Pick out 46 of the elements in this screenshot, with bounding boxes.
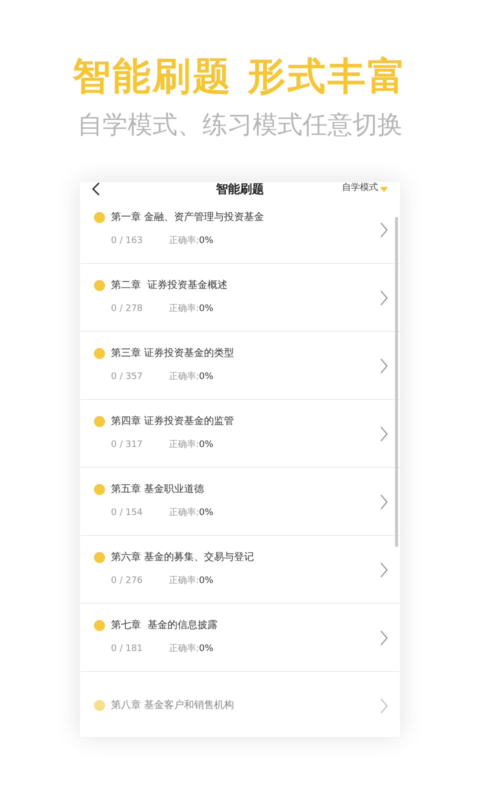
chapter-title: 第二章 证券投资基金概述: [111, 278, 228, 294]
progress-count: 0 / 317: [111, 439, 144, 452]
progress-count: 0 / 163: [111, 235, 144, 248]
progress-count: 0 / 278: [111, 303, 144, 316]
chapter-row[interactable]: 第六章 基金的募集、交易与登记 0 / 276 正确率:0%: [80, 536, 400, 604]
accuracy-value: 0%: [199, 575, 214, 588]
chapter-title: 第一章 金融、资产管理与投资基金: [111, 210, 264, 226]
subheadline: 自学模式、练习模式任意切换: [78, 109, 402, 141]
accuracy-label: 正确率:: [169, 643, 200, 656]
chevron-right-icon: [380, 630, 388, 646]
accuracy-label: 正确率:: [169, 507, 200, 520]
progress-count: 0 / 154: [111, 507, 144, 520]
chevron-right-icon: [380, 562, 388, 578]
chevron-right-icon: [380, 698, 388, 714]
chevron-right-icon: [380, 222, 388, 238]
chapter-title: 第四章 证券投资基金的监管: [111, 414, 234, 430]
chapter-title: 第五章 基金职业道德: [111, 482, 204, 498]
chapter-title: 第六章 基金的募集、交易与登记: [111, 550, 254, 566]
accuracy-value: 0%: [199, 235, 214, 248]
progress-count: 0 / 276: [111, 575, 144, 588]
chapter-title: 第七章 基金的信息披露: [111, 618, 218, 634]
progress-count: 0 / 181: [111, 643, 144, 656]
screen-title: 智能刷题: [216, 182, 264, 198]
mode-dropdown[interactable]: 自学模式: [342, 182, 388, 196]
chevron-right-icon: [380, 494, 388, 510]
chapter-title: 第三章 证券投资基金的类型: [111, 346, 234, 362]
back-icon[interactable]: [92, 182, 100, 196]
caret-icon: [380, 186, 388, 192]
headline: 智能刷题 形式丰富: [72, 53, 408, 100]
accuracy-label: 正确率:: [169, 439, 200, 452]
chevron-right-icon: [380, 290, 388, 306]
chapter-row[interactable]: 第七章 基金的信息披露 0 / 181 正确率:0%: [80, 604, 400, 672]
chevron-right-icon: [380, 426, 388, 442]
progress-count: 0 / 357: [111, 371, 144, 384]
accuracy-value: 0%: [199, 439, 214, 452]
accuracy-value: 0%: [199, 303, 214, 316]
chapter-title: 第八章 基金客户和销售机构: [111, 698, 234, 713]
accuracy-label: 正确率:: [169, 303, 200, 316]
chevron-right-icon: [380, 358, 388, 374]
accuracy-value: 0%: [199, 507, 214, 520]
accuracy-label: 正确率:: [169, 575, 200, 588]
accuracy-value: 0%: [199, 371, 214, 384]
accuracy-label: 正确率:: [169, 235, 200, 248]
accuracy-value: 0%: [199, 643, 214, 656]
chapter-row[interactable]: 第八章 基金客户和销售机构: [80, 672, 400, 737]
accuracy-label: 正确率:: [169, 371, 200, 384]
